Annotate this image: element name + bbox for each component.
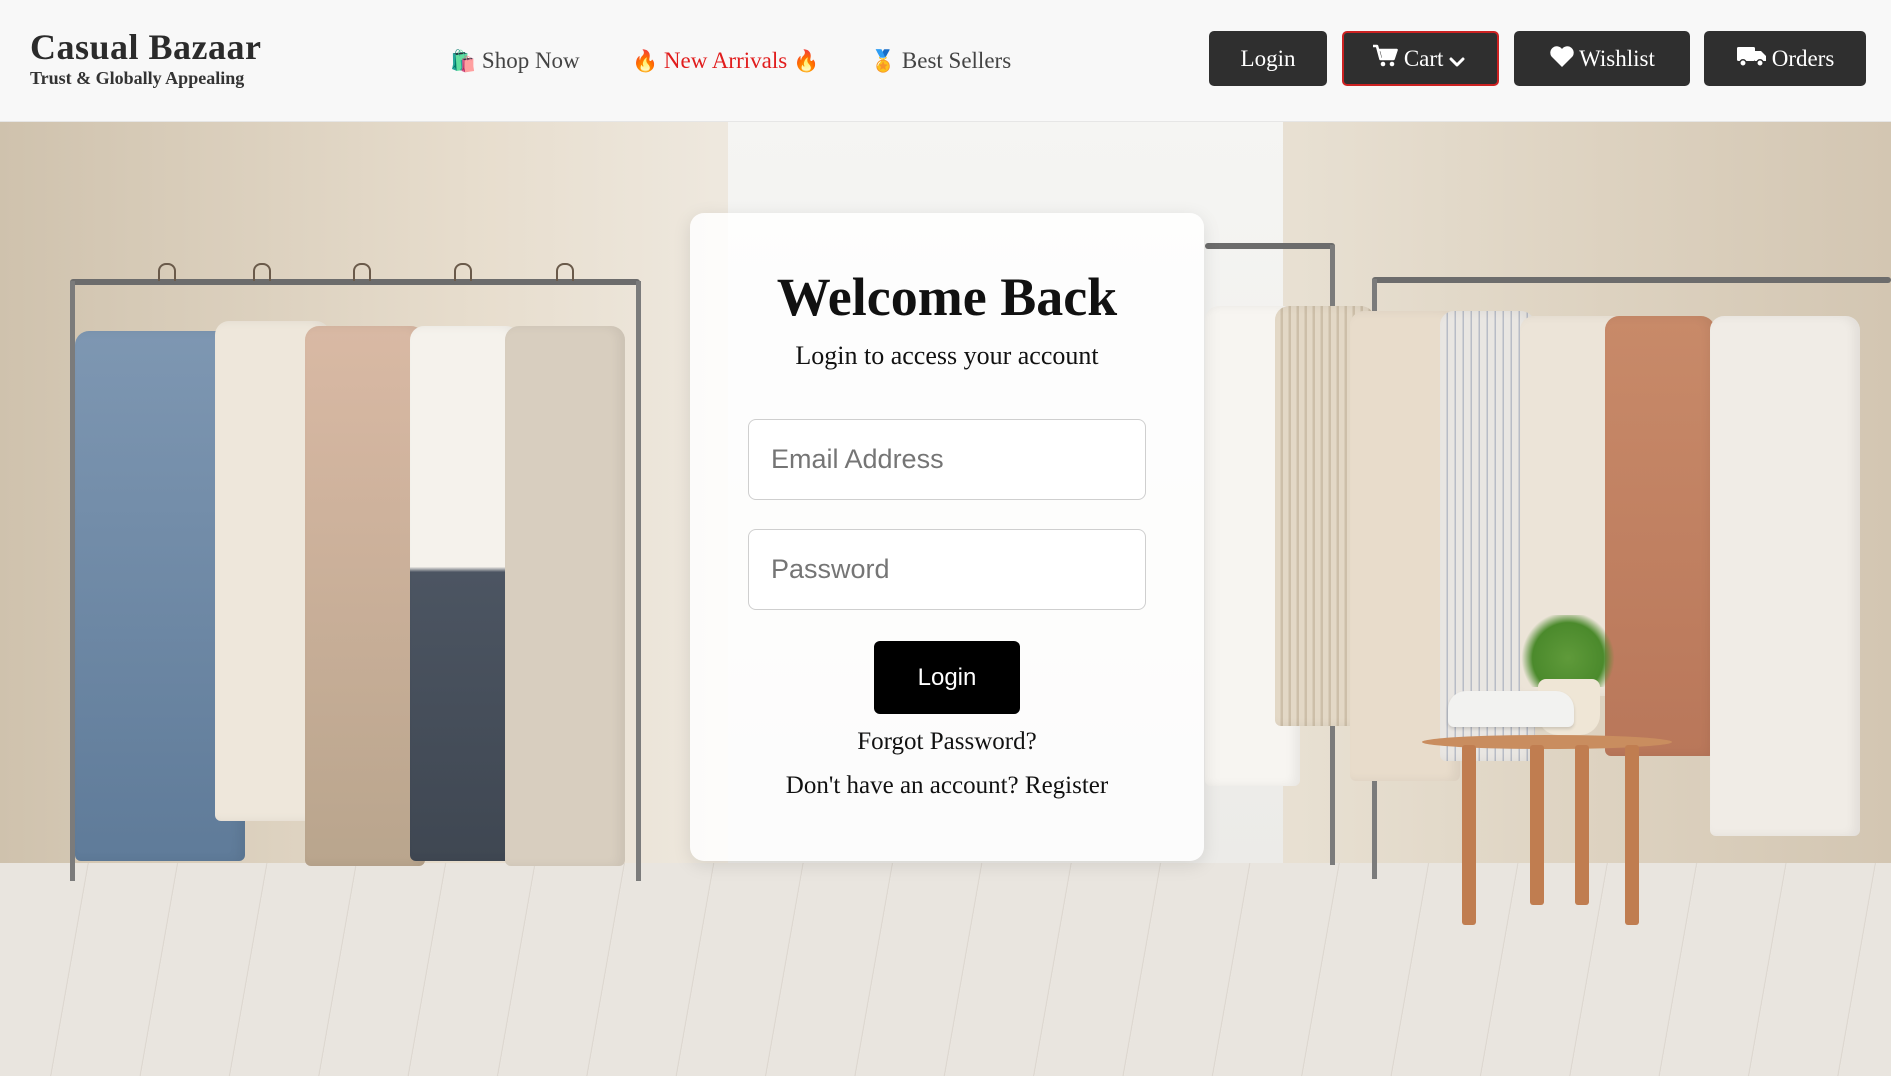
wooden-floor [0, 863, 1891, 1076]
wishlist-label: Wishlist [1579, 46, 1655, 71]
terracotta-jacket [1605, 316, 1715, 756]
login-card: Welcome Back Login to access your accoun… [690, 213, 1204, 861]
register-link[interactable]: Register [1025, 772, 1108, 799]
potted-plant [1520, 615, 1616, 687]
wishlist-button[interactable]: Wishlist [1514, 31, 1690, 86]
cart-label: Cart [1403, 46, 1444, 71]
orders-button[interactable]: Orders [1704, 31, 1866, 86]
login-submit-button[interactable]: Login [874, 641, 1020, 714]
rack-leg [636, 281, 641, 881]
cart-button[interactable]: Cart [1342, 31, 1499, 86]
forgot-password-link[interactable]: Forgot Password? [690, 727, 1204, 757]
nav-shop-now-label: Shop Now [481, 48, 580, 73]
hanger-hook [556, 263, 574, 281]
nav-shop-now[interactable]: 🛍️ Shop Now [450, 48, 580, 74]
login-title: Welcome Back [776, 267, 1118, 327]
cart-icon [1372, 35, 1400, 86]
brand-tagline: Trust & Globally Appealing [30, 68, 245, 88]
nav-new-arrivals-label: New Arrivals [663, 48, 788, 73]
register-prompt: Don't have an account? Register [690, 771, 1204, 801]
clothing-rack-right [1372, 277, 1891, 283]
table-leg [1575, 745, 1589, 905]
khaki-dress [505, 326, 625, 866]
truck-icon [1736, 33, 1768, 88]
chevron-down-icon [1449, 35, 1465, 86]
orders-label: Orders [1771, 46, 1835, 71]
brand-logo[interactable]: Casual Bazaar Trust & Globally Appealing [30, 26, 262, 88]
table-leg [1462, 745, 1476, 925]
heart-icon [1549, 33, 1575, 88]
table-leg [1530, 745, 1544, 905]
hanger-hook [353, 263, 371, 281]
hanger-hook [253, 263, 271, 281]
fire-icon: 🔥 [632, 49, 659, 73]
medal-icon: 🏅 [870, 49, 897, 73]
clothing-rack-middle [1205, 243, 1335, 249]
password-field[interactable] [748, 529, 1146, 610]
shopping-bags-icon: 🛍️ [450, 49, 477, 73]
white-sneakers [1448, 691, 1574, 727]
header-login-button[interactable]: Login [1209, 31, 1327, 86]
header-login-label: Login [1240, 46, 1296, 71]
hanger-hook [158, 263, 176, 281]
white-jumpsuit [1710, 316, 1860, 836]
register-prompt-text: Don't have an account? [785, 772, 1019, 799]
white-shirt-jeans [410, 326, 520, 861]
brand-title: Casual Bazaar [30, 27, 262, 67]
hanger-hook [454, 263, 472, 281]
beige-jumpsuit [305, 326, 425, 866]
nav-new-arrivals[interactable]: 🔥 New Arrivals 🔥 [632, 48, 819, 74]
table-leg [1625, 745, 1639, 925]
site-header: Casual Bazaar Trust & Globally Appealing… [0, 0, 1891, 122]
email-field[interactable] [748, 419, 1146, 500]
nav-best-sellers-label: Best Sellers [901, 48, 1012, 73]
login-subtitle: Login to access your account [795, 341, 1099, 370]
fire-icon: 🔥 [792, 49, 820, 73]
nav-best-sellers[interactable]: 🏅 Best Sellers [870, 48, 1011, 74]
